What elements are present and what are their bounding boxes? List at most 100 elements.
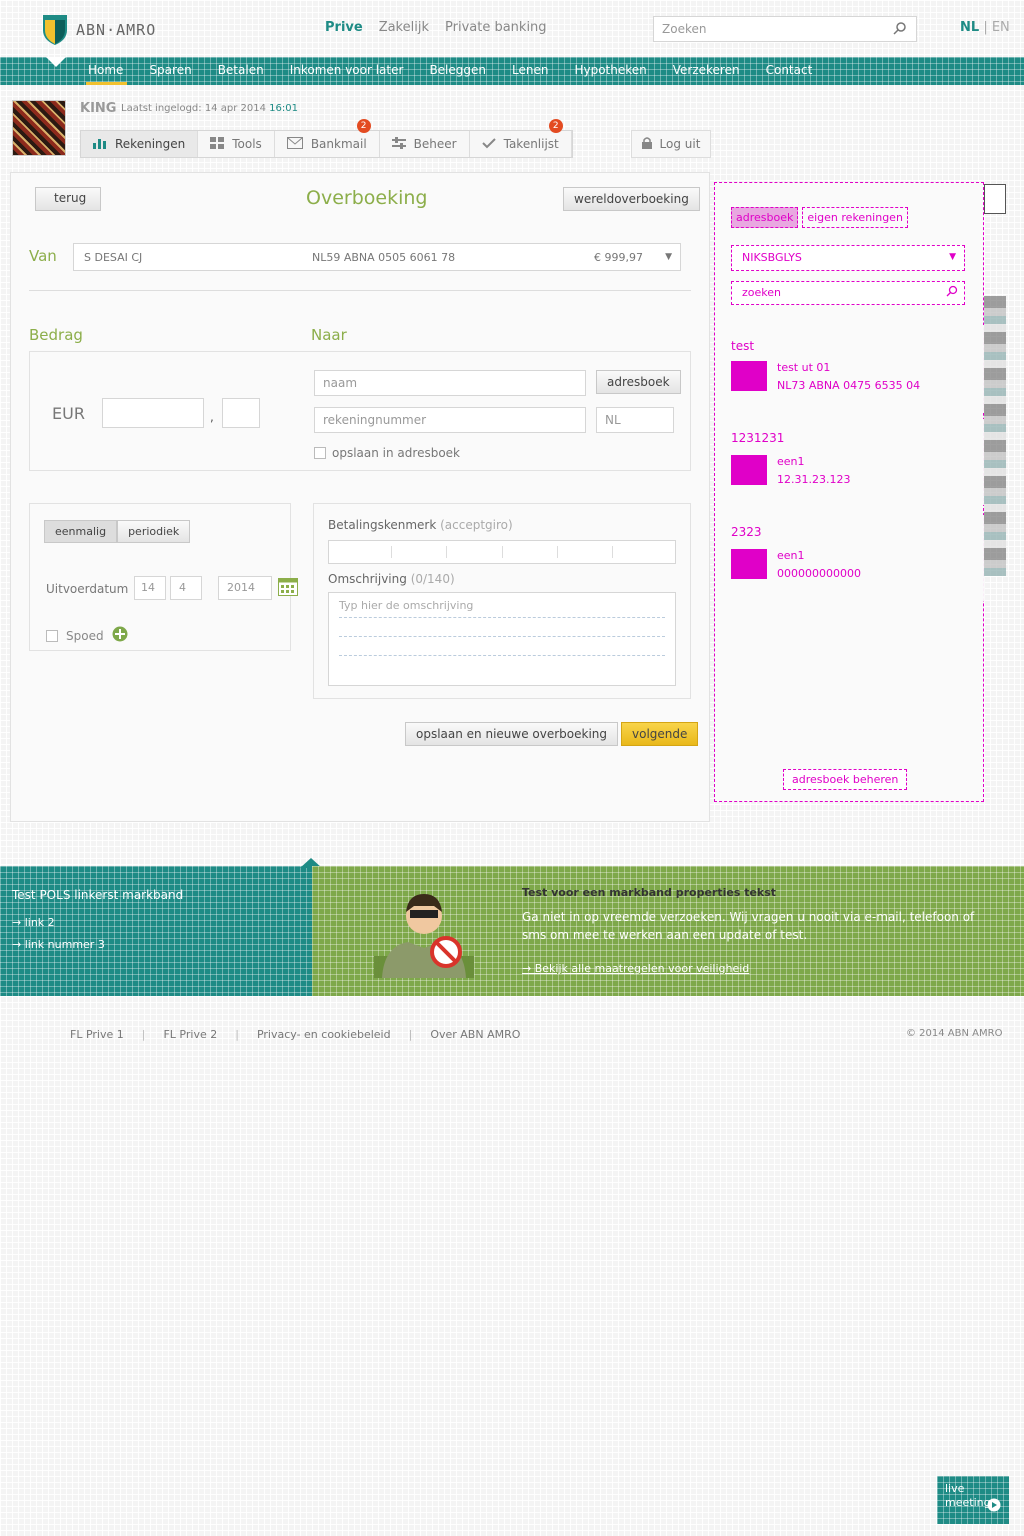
segment-prive[interactable]: Prive xyxy=(325,20,363,35)
footer-link[interactable]: FL Prive 2 xyxy=(163,1028,217,1041)
addressbook-filter-value: NIKSBGLYS xyxy=(742,251,802,264)
nav-betalen[interactable]: Betalen xyxy=(218,63,264,77)
amount-label: Bedrag xyxy=(29,326,83,344)
brand-logo[interactable]: ABN·AMRO xyxy=(42,14,156,46)
frequency-once-button[interactable]: eenmalig xyxy=(44,520,118,543)
contact-account: 000000000000 xyxy=(777,567,861,580)
addressbook-group[interactable]: 1231231 een1 12.31.23.123 xyxy=(715,419,985,505)
nav-contact[interactable]: Contact xyxy=(766,63,813,77)
to-label: Naar xyxy=(311,326,347,344)
lang-en[interactable]: EN xyxy=(992,20,1010,35)
logout-button[interactable]: Log uit xyxy=(631,130,711,158)
save-to-addressbook[interactable]: opslaan in adresboek xyxy=(314,446,460,460)
search-input[interactable]: Zoeken xyxy=(653,16,917,42)
date-day-input[interactable]: 14 xyxy=(134,576,166,600)
group-title: test xyxy=(731,339,755,353)
tab-bankmail[interactable]: Bankmail 2 xyxy=(275,119,380,157)
addressbook-search-input[interactable]: zoeken xyxy=(731,281,965,305)
addressbook-search-placeholder: zoeken xyxy=(742,286,781,299)
settings-icon xyxy=(391,136,406,152)
contact-swatch xyxy=(731,455,767,485)
logout-label: Log uit xyxy=(659,137,701,151)
addressbook-filter-select[interactable]: NIKSBGLYS ▼ xyxy=(731,245,965,271)
group-title: 2323 xyxy=(731,525,762,539)
frequency-periodic-button[interactable]: periodiek xyxy=(117,520,191,543)
from-account-select[interactable]: S DESAI CJ NL59 ABNA 0505 6061 78 € 999,… xyxy=(73,243,681,271)
info-plus-icon[interactable] xyxy=(112,626,128,645)
nav-sparen[interactable]: Sparen xyxy=(149,63,191,77)
addressbook-panel: adresboek eigen rekeningen NIKSBGLYS ▼ z… xyxy=(714,182,985,802)
payment-reference-input[interactable] xyxy=(328,540,676,564)
footer-link[interactable]: Over ABN AMRO xyxy=(430,1028,520,1041)
main-nav: Home Sparen Betalen Inkomen voor later B… xyxy=(0,57,1024,85)
tab-beheer[interactable]: Beheer xyxy=(380,131,470,157)
date-month-input[interactable]: 4 xyxy=(170,576,202,600)
back-button[interactable]: terug xyxy=(35,187,102,211)
language-switch: NL | EN xyxy=(960,20,1010,35)
urgent-checkbox[interactable] xyxy=(46,629,58,642)
addressbook-tabs: adresboek eigen rekeningen xyxy=(731,207,908,228)
date-year-input[interactable]: 2014 xyxy=(218,576,272,600)
promo-link[interactable]: → link 2 xyxy=(12,916,55,929)
play-icon xyxy=(987,1498,1001,1516)
tab-own-accounts[interactable]: eigen rekeningen xyxy=(802,207,908,228)
payment-reference-sub: (acceptgiro) xyxy=(440,518,513,532)
next-button[interactable]: volgende xyxy=(621,722,699,746)
country-code-field[interactable]: NL xyxy=(596,407,674,433)
notification-badge: 2 xyxy=(356,119,371,133)
footer-link[interactable]: FL Prive 1 xyxy=(70,1028,124,1041)
promo-links-panel: Test POLS linkerst markband → link 2 → l… xyxy=(0,866,312,996)
security-promo-link[interactable]: → Bekijk alle maatregelen voor veilighei… xyxy=(522,962,749,975)
from-label: Van xyxy=(29,247,57,265)
save-and-new-button[interactable]: opslaan en nieuwe overboeking xyxy=(405,722,619,746)
tab-addressbook[interactable]: adresboek xyxy=(731,207,799,228)
save-addressbook-checkbox[interactable] xyxy=(314,447,326,459)
nav-beleggen[interactable]: Beleggen xyxy=(429,63,486,77)
nav-verzekeren[interactable]: Verzekeren xyxy=(673,63,740,77)
live-meeting-button[interactable]: live meeting xyxy=(937,1476,1009,1524)
tab-label: Bankmail xyxy=(310,137,367,151)
live-meeting-label: live meeting xyxy=(945,1482,991,1509)
amount-cents-input[interactable] xyxy=(222,398,260,428)
recipient-name-input[interactable]: naam xyxy=(314,370,586,396)
schedule-box: eenmalig periodiek Uitvoerdatum 14 4 201… xyxy=(29,503,298,651)
tab-rekeningen[interactable]: Rekeningen xyxy=(81,131,199,157)
nav-hypotheken[interactable]: Hypotheken xyxy=(574,63,646,77)
manage-addressbook-button[interactable]: adresboek beheren xyxy=(783,769,908,790)
scroll-handle[interactable] xyxy=(984,184,1006,214)
calendar-icon[interactable] xyxy=(278,578,298,599)
amount-recipient-box: EUR , naam adresboek rekeningnummer NL o… xyxy=(29,351,691,471)
footer-link[interactable]: Privacy- en cookiebeleid xyxy=(257,1028,391,1041)
contact-swatch xyxy=(731,549,767,579)
international-transfer-button[interactable]: wereldoverboeking xyxy=(563,187,700,211)
tab-label: Takenlijst xyxy=(503,137,559,151)
account-number-input[interactable]: rekeningnummer xyxy=(314,407,586,433)
promo-left-title: Test POLS linkerst markband xyxy=(12,888,184,902)
segment-zakelijk[interactable]: Zakelijk xyxy=(379,20,429,35)
tab-takenlijst[interactable]: Takenlijst 2 xyxy=(470,119,572,157)
description-textarea[interactable]: Typ hier de omschrijving xyxy=(328,592,676,686)
addressbook-group[interactable]: test test ut 01 NL73 ABNA 0475 6535 04 xyxy=(715,325,985,413)
lock-icon xyxy=(641,136,652,152)
nav-home[interactable]: Home xyxy=(85,63,128,85)
addressbook-group[interactable]: 2323 een1 000000000000 xyxy=(715,515,985,601)
chevron-down-icon: ▼ xyxy=(665,252,672,262)
tab-tools[interactable]: Tools xyxy=(198,131,275,157)
amount-euros-input[interactable] xyxy=(102,398,204,428)
search-icon[interactable] xyxy=(946,285,958,300)
nav-lenen[interactable]: Lenen xyxy=(512,63,548,77)
user-name: KING xyxy=(80,101,117,116)
lang-nl[interactable]: NL xyxy=(960,20,979,35)
urgent-option[interactable]: Spoed xyxy=(46,626,128,645)
nav-inkomen-voor-later[interactable]: Inkomen voor later xyxy=(290,63,404,77)
divider xyxy=(29,290,691,291)
segment-private-banking[interactable]: Private banking xyxy=(445,20,547,35)
mail-icon xyxy=(286,136,303,152)
security-promo-body: Ga niet in op vreemde verzoeken. Wij vra… xyxy=(522,910,975,942)
avatar[interactable] xyxy=(12,100,66,156)
search-icon[interactable] xyxy=(893,21,907,38)
tab-label: Rekeningen xyxy=(115,137,186,151)
frequency-toggle: eenmalig periodiek xyxy=(44,520,191,543)
addressbook-button[interactable]: adresboek xyxy=(596,370,681,394)
promo-link[interactable]: → link nummer 3 xyxy=(12,938,105,951)
